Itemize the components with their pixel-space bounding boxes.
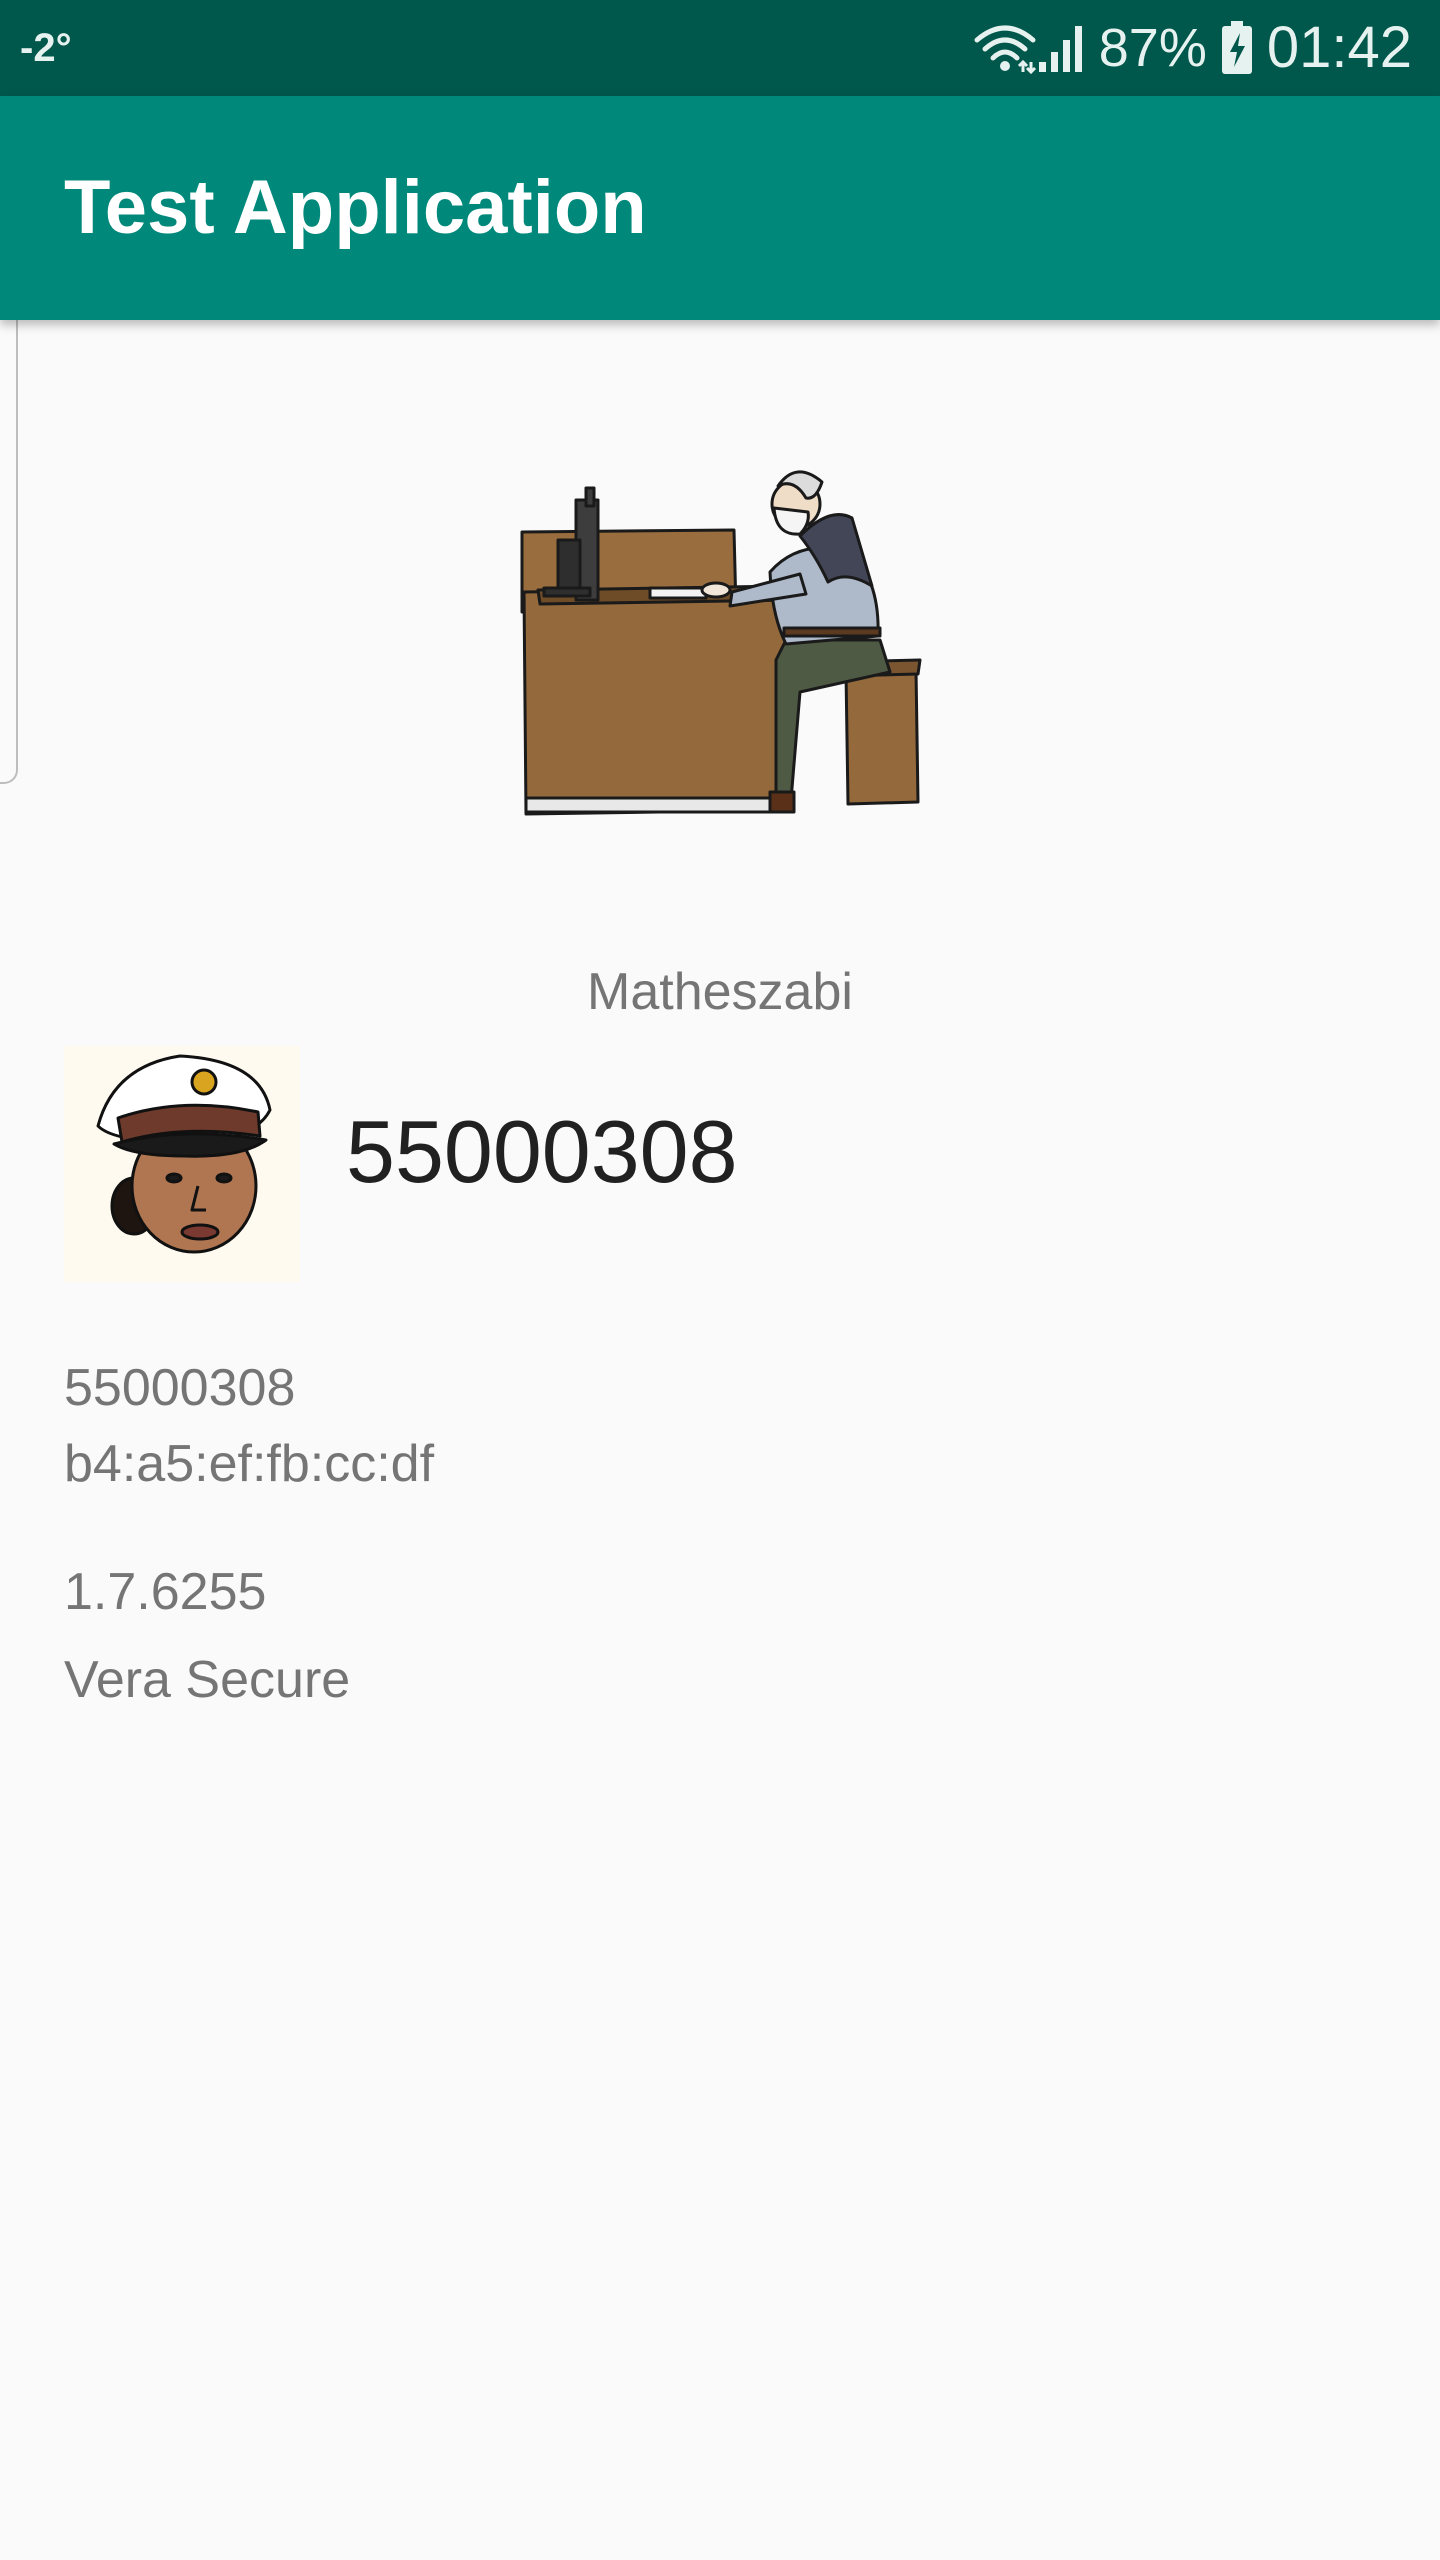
wifi-icon (973, 22, 1037, 74)
battery-percentage: 87% (1098, 18, 1207, 78)
signal-icon (1037, 22, 1089, 74)
edge-panel-handle[interactable] (0, 290, 18, 784)
status-temperature: -2° (20, 26, 72, 70)
device-id-text: 55000308 (64, 1359, 296, 1417)
version-text: 1.7.6255 (64, 1563, 267, 1621)
status-time: 01:42 (1266, 15, 1412, 80)
username-label: Matheszabi (587, 963, 853, 1021)
mac-address-text: b4:a5:ef:fb:cc:df (64, 1435, 435, 1493)
status-bar: -2° 87% 01:42 (0, 0, 1440, 96)
police-officer-avatar (64, 1046, 300, 1282)
app-title: Test Application (64, 165, 647, 250)
app-bar: Test Application (0, 96, 1440, 320)
battery-charging-icon (1221, 21, 1253, 75)
person-at-computer-desk-illustration (500, 440, 940, 840)
status-icons-group: 87% 01:42 (973, 14, 1412, 82)
product-name-text: Vera Secure (64, 1651, 351, 1709)
device-id-large: 55000308 (346, 1102, 738, 1201)
